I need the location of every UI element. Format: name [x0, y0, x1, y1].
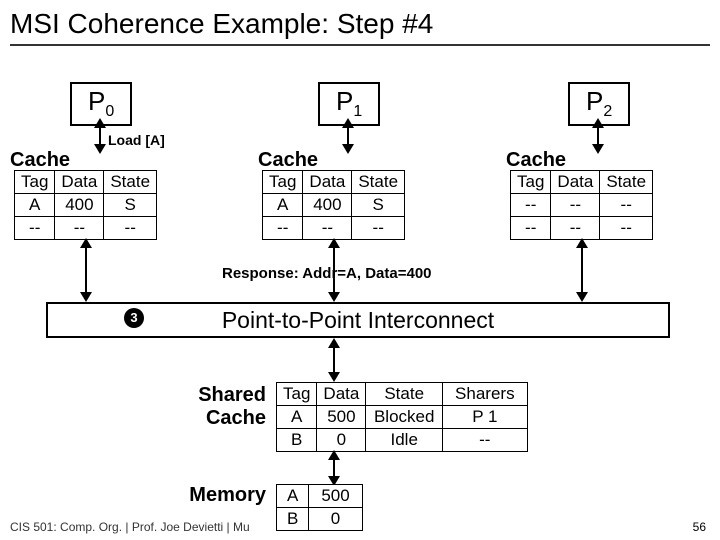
- arrow-icon: [80, 292, 92, 302]
- footer-text: CIS 501: Comp. Org. | Prof. Joe Devietti…: [10, 520, 710, 534]
- proc-2-sub: 2: [603, 103, 612, 120]
- cache-2-label: Cache: [506, 149, 566, 172]
- col-data: Data: [303, 171, 352, 194]
- proc-2-label: P: [586, 86, 603, 116]
- slide-title: MSI Coherence Example: Step #4: [0, 0, 720, 42]
- step-badge: 3: [124, 308, 144, 328]
- shared-cache-label: Shared Cache: [170, 384, 266, 430]
- col-data: Data: [55, 171, 104, 194]
- diagram-stage: P0 P1 P2 Load [A] Cache Cache Cache TagD…: [0, 52, 720, 540]
- connector-line: [333, 458, 335, 478]
- col-tag: Tag: [263, 171, 303, 194]
- table-row: A400S: [15, 194, 157, 217]
- col-state: State: [104, 171, 157, 194]
- title-rule: [10, 44, 710, 46]
- response-text: Response: Addr=A, Data=400: [222, 265, 432, 282]
- connector-line: [581, 246, 583, 294]
- arrow-icon: [342, 144, 354, 154]
- memory-label: Memory: [170, 484, 266, 507]
- cache-0-label: Cache: [10, 149, 70, 172]
- col-sharers: Sharers: [443, 383, 528, 406]
- table-row: A400S: [263, 194, 405, 217]
- col-state: State: [352, 171, 405, 194]
- connector-line: [597, 126, 599, 146]
- arrow-icon: [592, 144, 604, 154]
- connector-line: [333, 346, 335, 374]
- proc-0-label: P: [88, 86, 105, 116]
- arrow-icon: [328, 292, 340, 302]
- connector-line: [347, 126, 349, 146]
- col-state: State: [600, 171, 653, 194]
- connector-line: [85, 246, 87, 294]
- table-row: ------: [263, 217, 405, 240]
- col-data: Data: [551, 171, 600, 194]
- arrow-icon: [576, 292, 588, 302]
- col-tag: Tag: [277, 383, 317, 406]
- load-a-label: Load [A]: [108, 132, 165, 148]
- connector-line: [99, 126, 101, 146]
- col-state: State: [366, 383, 443, 406]
- col-tag: Tag: [511, 171, 551, 194]
- proc-0-sub: 0: [105, 103, 114, 120]
- proc-1-label: P: [336, 86, 353, 116]
- page-number: 56: [693, 520, 706, 534]
- col-data: Data: [317, 383, 366, 406]
- arrow-icon: [328, 372, 340, 382]
- table-row: B0Idle--: [277, 429, 528, 452]
- table-row: ------: [15, 217, 157, 240]
- shared-cache-table: Tag Data State Sharers A500BlockedP 1 B0…: [276, 382, 528, 452]
- table-row: A500: [277, 485, 363, 508]
- cache-1-label: Cache: [258, 149, 318, 172]
- arrow-icon: [94, 144, 106, 154]
- table-row: A500BlockedP 1: [277, 406, 528, 429]
- col-tag: Tag: [15, 171, 55, 194]
- cache-0-table: TagDataState A400S ------: [14, 170, 157, 240]
- table-row: ------: [511, 194, 653, 217]
- proc-1-sub: 1: [353, 103, 362, 120]
- cache-2-table: TagDataState ------ ------: [510, 170, 653, 240]
- table-row: ------: [511, 217, 653, 240]
- cache-1-table: TagDataState A400S ------: [262, 170, 405, 240]
